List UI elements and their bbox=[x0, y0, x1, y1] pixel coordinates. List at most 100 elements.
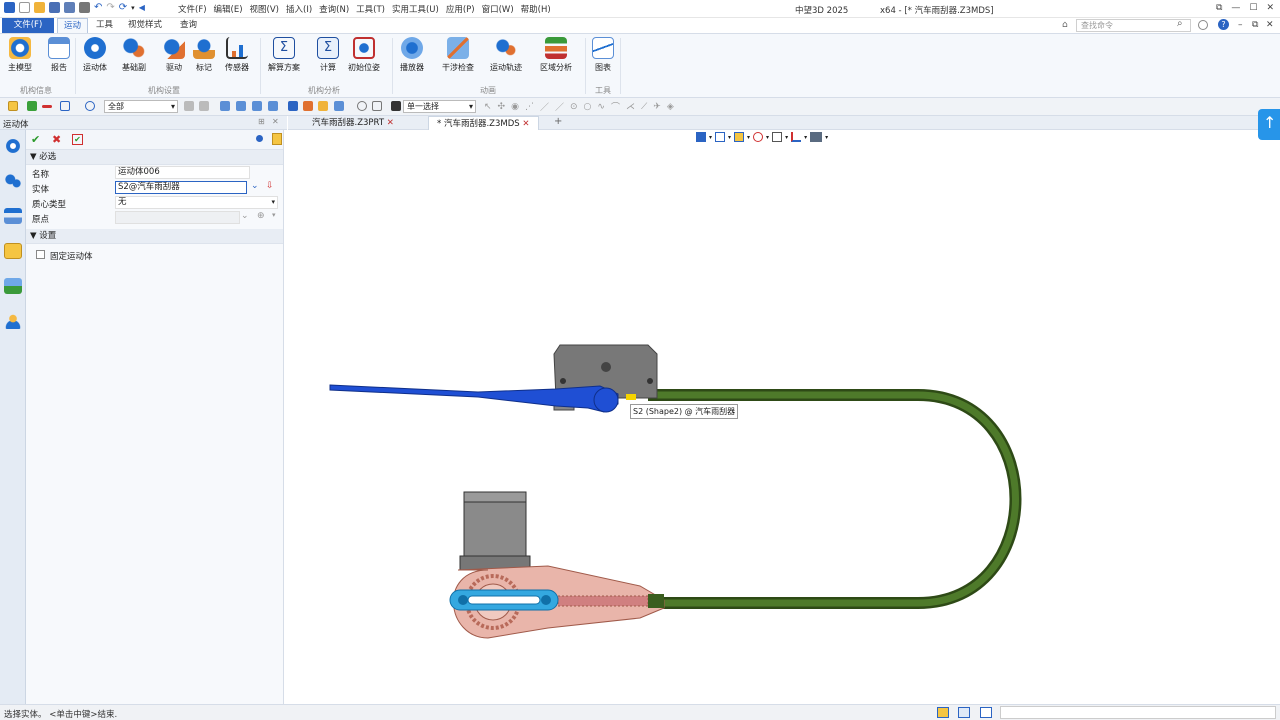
section-required[interactable]: ▼ 必选 bbox=[26, 150, 283, 165]
align-icon[interactable] bbox=[220, 101, 230, 111]
toolbar-icon[interactable] bbox=[184, 101, 194, 111]
chevron-down-icon[interactable]: ▾ bbox=[272, 211, 276, 219]
ok-check-icon[interactable]: ✔ bbox=[31, 133, 40, 146]
wave-icon[interactable]: ∿ bbox=[597, 102, 605, 112]
command-search-input[interactable]: 查找命令 bbox=[1076, 19, 1191, 32]
view-icon[interactable] bbox=[334, 101, 344, 111]
color-icon[interactable] bbox=[303, 101, 313, 111]
mark-button[interactable]: 标记 bbox=[193, 37, 215, 73]
initial-position-button[interactable]: 初始位姿 bbox=[348, 37, 380, 73]
3d-viewport[interactable]: ▾ ▾ ▾ ▾ ▾ ▾ ▾ S2 (Shape2) @ 汽车雨刮器 bbox=[288, 130, 1280, 704]
view-manager-icon[interactable] bbox=[4, 243, 22, 259]
close-tab-icon[interactable]: ✕ bbox=[522, 119, 529, 129]
solve-plan-button[interactable]: Σ 解算方案 bbox=[268, 37, 300, 73]
menu-help[interactable]: 帮助(H) bbox=[521, 3, 551, 15]
panel-close-icon[interactable]: ✕ bbox=[272, 117, 279, 126]
restore-ribbon-icon[interactable]: ⧉ bbox=[1216, 3, 1222, 13]
close-doc-button[interactable]: ✕ bbox=[1266, 20, 1274, 30]
section-settings[interactable]: ▼ 设置 bbox=[26, 229, 283, 244]
chart-button[interactable]: 图表 bbox=[592, 37, 614, 73]
cancel-x-icon[interactable]: ✖ bbox=[52, 133, 61, 146]
pick-icon[interactable] bbox=[288, 101, 298, 111]
doc-tab-z3mds[interactable]: * 汽车雨刮器.Z3MDS ✕ bbox=[428, 116, 539, 130]
sensor-button[interactable]: 传感器 bbox=[225, 37, 249, 73]
base-pair-button[interactable]: 基础副 bbox=[122, 37, 146, 73]
snap-icon[interactable]: ✈ bbox=[653, 102, 661, 112]
motion-track-button[interactable]: 运动轨迹 bbox=[490, 37, 522, 73]
fixed-body-checkbox[interactable] bbox=[36, 250, 45, 259]
select-mode-dropdown[interactable]: 单一选择 ▾ bbox=[403, 100, 476, 113]
name-field[interactable]: 运动体006 bbox=[115, 166, 250, 179]
folder-icon[interactable] bbox=[318, 101, 328, 111]
snap-icon[interactable]: ⋰ bbox=[525, 102, 534, 112]
back-icon[interactable]: ◀ bbox=[139, 3, 145, 12]
pin-note-icon[interactable] bbox=[272, 133, 282, 145]
menu-query[interactable]: 查询(N) bbox=[319, 3, 349, 15]
snap-icon[interactable]: ✣ bbox=[498, 102, 506, 112]
area-analysis-button[interactable]: 区域分析 bbox=[540, 37, 572, 73]
circle-icon[interactable]: ○ bbox=[584, 102, 592, 112]
menu-window[interactable]: 窗口(W) bbox=[482, 3, 514, 15]
user-manager-icon[interactable] bbox=[4, 313, 22, 329]
dropdown-arrow-icon[interactable]: ▾ bbox=[131, 4, 135, 12]
redo-icon[interactable]: ↷ bbox=[106, 2, 114, 13]
snap-icon[interactable]: ◈ bbox=[667, 102, 674, 112]
select-pointer-icon[interactable] bbox=[8, 101, 18, 111]
remove-minus-icon[interactable] bbox=[42, 105, 52, 108]
motion-body-button[interactable]: 运动体 bbox=[83, 37, 107, 73]
tab-visual-style[interactable]: 视觉样式 bbox=[122, 18, 168, 33]
refresh-icon[interactable]: ⟳ bbox=[119, 2, 127, 13]
motion-manager-icon[interactable] bbox=[4, 138, 22, 154]
toolbar-icon[interactable] bbox=[199, 101, 209, 111]
align-icon[interactable] bbox=[236, 101, 246, 111]
close-tab-icon[interactable]: ✕ bbox=[387, 118, 394, 128]
collapse-up-icon[interactable]: ⌂ bbox=[1062, 20, 1068, 30]
close-button[interactable]: ✕ bbox=[1266, 3, 1274, 13]
menu-tools[interactable]: 工具(T) bbox=[356, 3, 385, 15]
info-dot-icon[interactable] bbox=[256, 135, 263, 142]
status-window-icon[interactable] bbox=[980, 707, 992, 718]
loop-icon[interactable] bbox=[372, 101, 382, 111]
history-icon[interactable] bbox=[357, 101, 367, 111]
stop-icon[interactable] bbox=[391, 101, 401, 111]
main-model-button[interactable]: 主模型 bbox=[8, 37, 32, 73]
snap-icon[interactable]: ⟋ bbox=[641, 102, 647, 112]
filter-select[interactable]: 全部 ▾ bbox=[104, 100, 178, 113]
image-manager-icon[interactable] bbox=[4, 278, 22, 294]
filter-box-icon[interactable] bbox=[60, 101, 70, 111]
menu-view[interactable]: 视图(V) bbox=[250, 3, 279, 15]
settings-gear-icon[interactable] bbox=[1198, 20, 1208, 30]
menu-apps[interactable]: 应用(P) bbox=[446, 3, 475, 15]
menu-edit[interactable]: 编辑(E) bbox=[214, 3, 243, 15]
undo-icon[interactable]: ↶ bbox=[94, 2, 102, 13]
new-file-icon[interactable] bbox=[19, 2, 30, 13]
history-manager-icon[interactable] bbox=[4, 208, 22, 224]
menu-insert[interactable]: 插入(I) bbox=[286, 3, 312, 15]
status-grid-icon[interactable] bbox=[937, 707, 949, 718]
assembly-manager-icon[interactable] bbox=[4, 173, 22, 189]
search-icon[interactable]: ⌕ bbox=[1177, 18, 1183, 29]
pick-entity-icon[interactable]: ⇩ bbox=[266, 181, 274, 191]
new-tab-plus-icon[interactable]: + bbox=[554, 116, 562, 127]
tab-file[interactable]: 文件(F) bbox=[2, 18, 54, 33]
line-icon[interactable]: ／ bbox=[540, 100, 549, 113]
apply-icon[interactable]: ✔ bbox=[72, 134, 83, 145]
open-folder-icon[interactable] bbox=[34, 2, 45, 13]
origin-pick-icon[interactable]: ⊕ bbox=[257, 211, 265, 221]
menu-file[interactable]: 文件(F) bbox=[178, 3, 207, 15]
snap-icon[interactable]: ⋌ bbox=[626, 102, 635, 112]
snap-circle-icon[interactable]: ◉ bbox=[511, 102, 519, 112]
pin-icon[interactable]: ⊞ bbox=[258, 117, 265, 126]
entity-field[interactable]: S2@汽车雨刮器 bbox=[115, 181, 247, 194]
snap-arrow-icon[interactable]: ↖ bbox=[484, 102, 492, 112]
compute-button[interactable]: Σ 计算 bbox=[317, 37, 339, 73]
tab-query[interactable]: 查询 bbox=[174, 18, 203, 33]
circle-point-icon[interactable]: ⊙ bbox=[570, 102, 578, 112]
minimize-button[interactable]: — bbox=[1231, 3, 1240, 13]
tab-tools[interactable]: 工具 bbox=[90, 18, 119, 33]
mass-type-select[interactable]: 无 ▾ bbox=[115, 196, 278, 209]
help-icon[interactable]: ? bbox=[1218, 19, 1229, 30]
scroll-top-button[interactable]: ↑ bbox=[1258, 109, 1280, 140]
player-button[interactable]: 播放器 bbox=[400, 37, 424, 73]
save-all-icon[interactable] bbox=[64, 2, 75, 13]
